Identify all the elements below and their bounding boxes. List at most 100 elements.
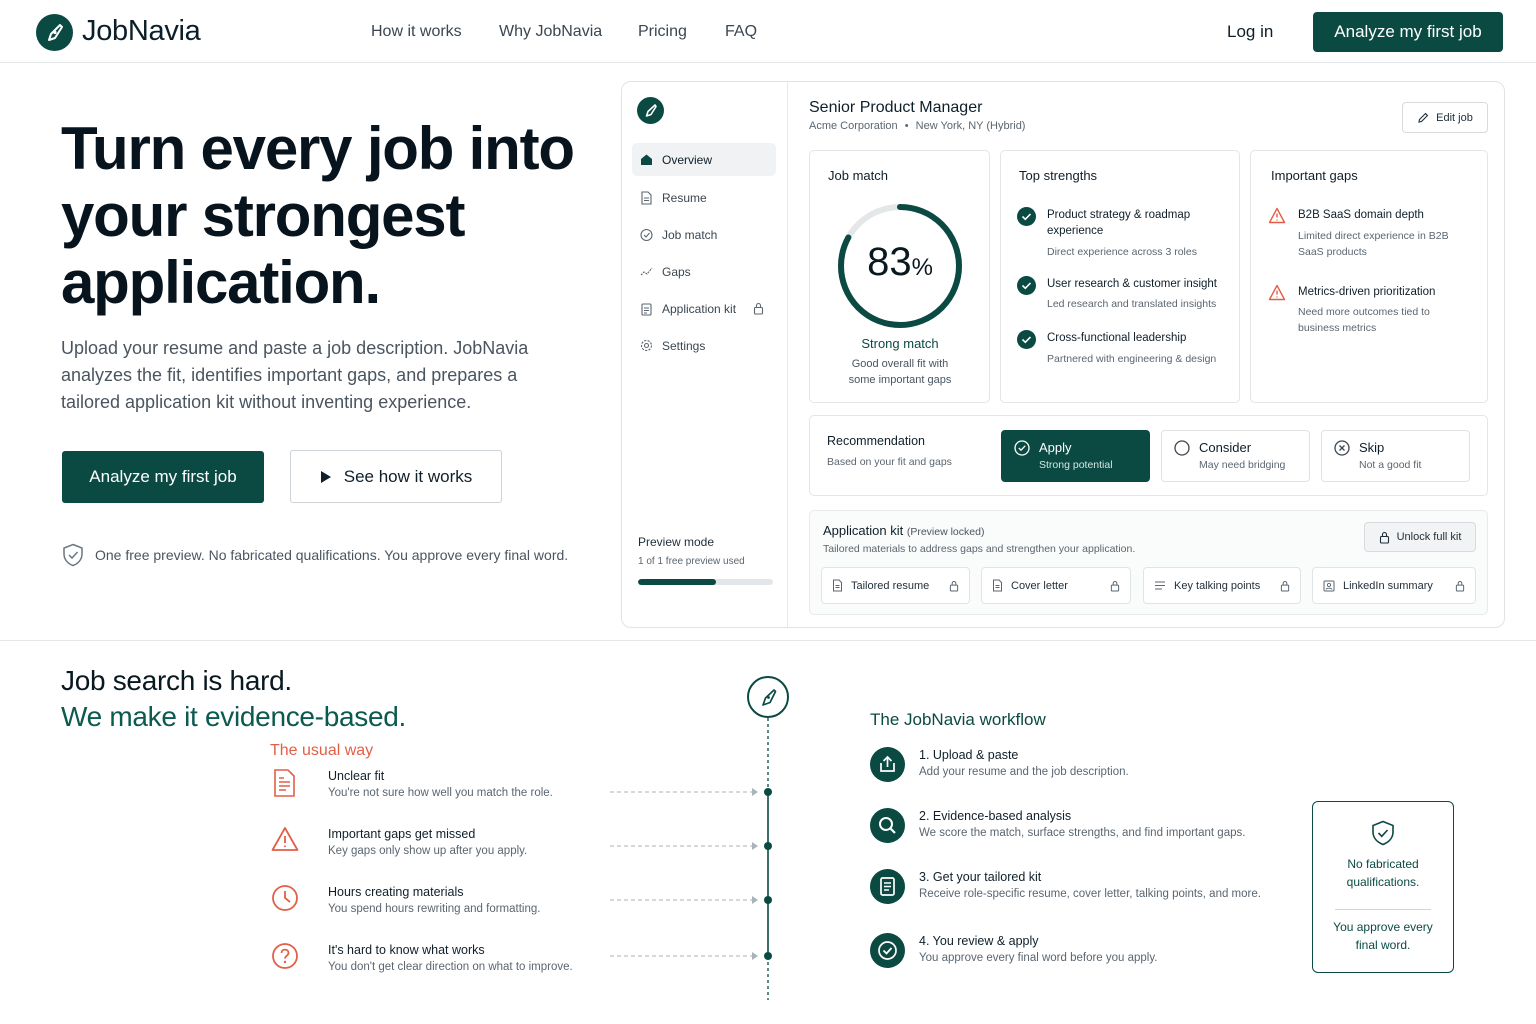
lock-icon [1379,531,1389,544]
job-match-card: Job match 83% Strong match Good overall … [809,150,990,403]
match-ring: 83% [835,201,965,331]
step-title: 4. You review & apply [919,934,1039,948]
edit-job-button[interactable]: Edit job [1402,102,1488,133]
gap-desc: Limited direct experience in B2B SaaS pr… [1298,230,1449,258]
nav-link-faq[interactable]: FAQ [725,23,757,41]
kit-item-key-talking-points[interactable]: Key talking points [1143,567,1301,604]
strength-desc: Partnered with engineering & design [1047,353,1217,365]
sidebar-item-settings[interactable]: Settings [632,329,776,362]
workflow-header: The JobNavia workflow [870,710,1046,729]
nav-link-why-jobnavia[interactable]: Why JobNavia [499,23,602,41]
hero-subtitle: Upload your resume and paste a job descr… [61,338,529,412]
promise-divider [1335,909,1431,910]
option-title: Apply [1039,440,1072,455]
kit-locked-note: (Preview locked) [906,526,985,538]
sidebar-item-label: Application kit [662,301,737,316]
strength-title: User research & customer insight [1047,278,1218,290]
meta-separator: • [904,120,909,132]
nav-link-pricing[interactable]: Pricing [638,23,687,41]
sidebar-item-label: Job match [662,227,718,242]
option-title: Skip [1359,440,1385,455]
gap-title: Metrics-driven prioritization [1298,286,1436,298]
document-icon [993,579,1002,592]
document-icon [833,579,842,592]
recommendation-apply-option[interactable]: Apply Strong potential [1001,430,1150,482]
pain-title: Hours creating materials [328,885,464,899]
warning-icon [1268,207,1286,224]
unlock-label: Unlock full kit [1396,531,1462,543]
strength-title: Product strategy & roadmap experience [1047,209,1191,237]
lock-icon [1280,580,1290,592]
kit-item-cover-letter[interactable]: Cover letter [981,567,1131,604]
analyze-first-job-button[interactable]: Analyze my first job [62,451,264,503]
option-title: Consider [1199,440,1252,455]
compass-logo-icon[interactable] [36,14,73,51]
sidebar-item-resume[interactable]: Resume [632,181,776,214]
warning-icon [271,827,299,851]
kit-item-tailored-resume[interactable]: Tailored resume [821,567,970,604]
step-desc: You approve every final word before you … [919,952,1158,964]
job-match-header: Job match [828,168,888,183]
application-kit-header: Application kit (Preview locked) [823,523,985,538]
radio-empty-icon [1174,440,1190,456]
check-circle-icon [1017,330,1036,349]
recommendation-consider-option[interactable]: Consider May need bridging [1161,430,1310,482]
important-gaps-header: Important gaps [1271,168,1358,183]
pencil-icon [1418,112,1429,123]
lock-icon [949,580,959,592]
login-link[interactable]: Log in [1227,22,1273,42]
clipboard-icon [641,302,652,316]
search-icon [870,808,905,843]
brand-name[interactable]: JobNavia [82,15,201,48]
top-strengths-card: Top strengths Product strategy & roadmap… [1000,150,1240,403]
sidebar-item-application-kit[interactable]: Application kit [632,292,776,325]
sidebar-item-job-match[interactable]: Job match [632,218,776,251]
promise-line-1: No fabricated qualifications. [1346,857,1420,889]
job-location: New York, NY (Hybrid) [915,120,1026,132]
sidebar-item-overview[interactable]: Overview [632,143,776,176]
lock-icon [753,302,764,315]
shield-check-icon [1372,820,1394,846]
sidebar-item-gaps[interactable]: Gaps [632,255,776,288]
section-title: Job search is hard. [61,665,292,696]
nav-analyze-button[interactable]: Analyze my first job [1313,12,1503,52]
timeline-connector [610,718,772,1000]
lock-icon [1110,580,1120,592]
unlock-full-kit-button[interactable]: Unlock full kit [1364,522,1476,552]
nav-link-how-it-works[interactable]: How it works [371,23,462,41]
step-title: 1. Upload & paste [919,748,1019,762]
section-title-accent: We make it evidence-based. [61,701,406,732]
see-how-it-works-button[interactable]: See how it works [290,450,502,503]
sidebar-item-label: Resume [662,190,707,205]
match-description: Good overall fit with some important gap… [848,358,952,386]
compass-icon [747,676,789,718]
preview-progress-fill [638,579,717,585]
kit-item-linkedin-summary[interactable]: LinkedIn summary [1312,567,1476,604]
document-icon [870,869,905,904]
application-kit-panel: Application kit (Preview locked) Tailore… [809,510,1488,615]
recommendation-header: Recommendation [827,434,925,448]
option-sub: Not a good fit [1359,459,1422,471]
check-circle-icon [1014,440,1030,456]
home-icon [641,154,652,165]
pain-desc: You're not sure how well you match the r… [328,787,553,799]
compass-logo-icon [637,97,664,124]
play-icon [320,470,331,483]
gear-icon [640,339,653,352]
document-warning-icon [274,769,295,797]
pain-desc: You don't get clear direction on what to… [328,961,573,973]
sidebar-item-label: Gaps [662,264,691,279]
job-title: Senior Product Manager [809,99,983,116]
recommendation-skip-option[interactable]: Skip Not a good fit [1321,430,1470,482]
usual-way-label: The usual way [270,742,374,759]
shield-check-icon [63,543,83,567]
shield-check-icon [640,228,653,241]
step-desc: We score the match, surface strengths, a… [919,827,1246,839]
match-label: Strong match [861,336,939,351]
check-circle-icon [1017,276,1036,295]
option-sub: Strong potential [1039,459,1113,471]
pain-title: Important gaps get missed [328,827,476,841]
strength-desc: Direct experience across 3 roles [1047,246,1197,258]
step-title: 2. Evidence-based analysis [919,809,1072,823]
recommendation-panel: Recommendation Based on your fit and gap… [809,415,1488,496]
